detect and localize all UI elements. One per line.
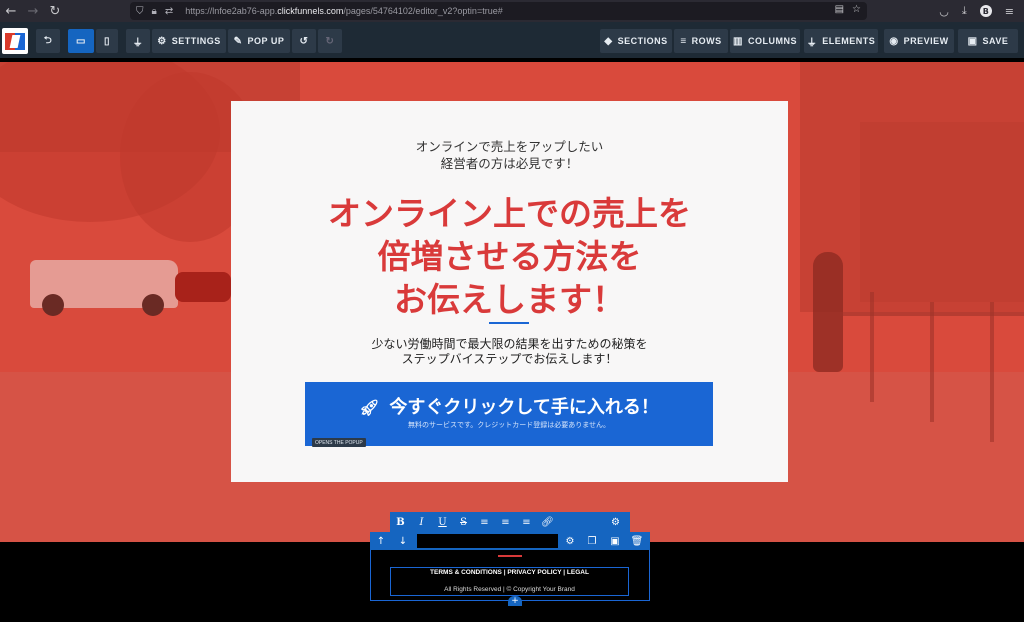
subheadline-line2[interactable]: ステップバイステップでお伝えします！ <box>231 350 788 367</box>
avatar[interactable]: B <box>979 5 992 17</box>
reader-icon[interactable]: ▤ <box>835 4 844 15</box>
person-background <box>813 252 843 372</box>
back-arrow-icon: ⮌ <box>43 34 53 46</box>
save-icon: ▣ <box>967 35 978 47</box>
columns-button[interactable]: ▥ COLUMNS <box>730 29 800 53</box>
opens-popup-tag: OPENS THE POPUP <box>312 438 366 447</box>
elements-button[interactable]: ⏚ ELEMENTS <box>804 29 878 53</box>
eye-icon: ◉ <box>889 35 899 47</box>
preview-label: PREVIEW <box>903 36 949 46</box>
columns-icon: ▥ <box>733 35 743 47</box>
divider <box>489 322 529 324</box>
clone-icon[interactable]: ❐ <box>582 532 602 550</box>
edit-icon: ✎ <box>233 35 243 47</box>
sections-button[interactable]: ◆ SECTIONS <box>600 29 672 53</box>
gears-icon: ⚙ <box>157 35 167 47</box>
headline-line1[interactable]: オンライン上での売上を <box>231 187 788 235</box>
star-icon[interactable]: ☆ <box>852 4 861 15</box>
headline-card[interactable]: オンラインで売上をアップしたい 経営者の方は必見です！ オンライン上での売上を … <box>231 101 788 482</box>
forward-icon[interactable]: → <box>22 0 44 22</box>
headline-line2[interactable]: 倍増させる方法を <box>231 230 788 278</box>
delete-icon[interactable]: 🗑︎ <box>627 532 647 550</box>
footer-copyright[interactable]: All Rights Reserved | © Copyright Your B… <box>390 586 629 593</box>
rows-label: ROWS <box>691 36 722 46</box>
page-canvas[interactable]: オンラインで売上をアップしたい 経営者の方は必見です！ オンライン上での売上を … <box>0 62 1024 542</box>
redo-icon: ↻ <box>325 35 335 47</box>
cta-button[interactable]: 🚀︎ 今すぐクリックして手に入れる！ 無料のサービスです。クレジットカード登録は必… <box>305 382 713 447</box>
text-format-toolbar: B I U S ≡ ≡ ≡ 🔗︎ ⚙ <box>390 512 630 532</box>
align-right-icon[interactable]: ≡ <box>516 512 537 532</box>
mobile-icon: ▯ <box>103 35 110 47</box>
cta-main-label: 今すぐクリックして手に入れる！ <box>389 397 659 418</box>
text-settings-icon[interactable]: ⚙ <box>605 512 626 532</box>
popup-label: POP UP <box>247 36 285 46</box>
mobile-view-button[interactable]: ▯ <box>96 29 118 53</box>
redo-button[interactable]: ↻ <box>318 29 342 53</box>
columns-label: COLUMNS <box>747 36 797 46</box>
reload-icon[interactable]: ↻ <box>44 0 66 22</box>
preview-button[interactable]: ◉ PREVIEW <box>884 29 954 53</box>
integrations-button[interactable]: ⏚ <box>126 29 150 53</box>
desktop-view-button[interactable]: ▭ <box>68 29 94 53</box>
permissions-icon[interactable]: ⇄ <box>165 6 173 17</box>
shield-icon[interactable]: ⛉ <box>136 6 144 17</box>
footer-red-divider <box>498 555 522 557</box>
back-icon[interactable]: ← <box>0 0 22 22</box>
popup-button[interactable]: ✎ POP UP <box>228 29 290 53</box>
move-up-icon[interactable]: ↑ <box>371 532 391 550</box>
menu-icon[interactable]: ≡ <box>1005 5 1014 18</box>
align-center-icon[interactable]: ≡ <box>495 512 516 532</box>
undo-icon: ↺ <box>299 35 309 47</box>
strikethrough-icon[interactable]: S <box>453 512 474 532</box>
italic-icon[interactable]: I <box>411 512 432 532</box>
settings-button[interactable]: ⚙ SETTINGS <box>152 29 226 53</box>
pocket-icon[interactable]: ◡ <box>939 5 949 18</box>
undo-button[interactable]: ↺ <box>292 29 316 53</box>
rows-icon: ≡ <box>680 35 687 47</box>
clickfunnels-logo[interactable] <box>2 28 28 54</box>
download-icon[interactable]: ⤓ <box>962 4 967 18</box>
row-toolbar-gap <box>417 534 558 548</box>
save-label: SAVE <box>982 36 1009 46</box>
underline-icon[interactable]: U <box>432 512 453 532</box>
add-element-icon[interactable]: + <box>508 596 522 606</box>
settings-label: SETTINGS <box>171 36 221 46</box>
row-settings-icon[interactable]: ⚙ <box>560 532 580 550</box>
plug-icon: ⏚ <box>132 37 144 49</box>
headline-line3[interactable]: お伝えします！ <box>231 273 788 321</box>
bold-icon[interactable]: B <box>390 512 411 532</box>
elements-label: ELEMENTS <box>822 36 876 46</box>
back-button[interactable]: ⮌ <box>36 29 60 53</box>
save-row-icon[interactable]: ▣ <box>605 532 625 550</box>
url-bar[interactable]: ⛉ 🔒︎ ⇄ https://lnfoe2ab76-app.clickfunne… <box>130 2 867 20</box>
footer-links[interactable]: TERMS & CONDITIONS | PRIVACY POLICY | LE… <box>390 569 629 576</box>
save-button[interactable]: ▣ SAVE <box>958 29 1018 53</box>
cta-sub-text: 無料のサービスです。クレジットカード登録は必要ありません。 <box>407 421 611 429</box>
pre-headline-line2[interactable]: 経営者の方は必見です！ <box>231 153 788 172</box>
cube-icon: ◆ <box>604 35 613 47</box>
rows-button[interactable]: ≡ ROWS <box>674 29 728 53</box>
align-left-icon[interactable]: ≡ <box>474 512 495 532</box>
cta-main-text: 🚀︎ 今すぐクリックして手に入れる！ <box>305 393 713 419</box>
link-icon[interactable]: 🔗︎ <box>537 512 558 532</box>
rocket-icon: 🚀︎ <box>359 398 380 417</box>
move-down-icon[interactable]: ↓ <box>393 532 413 550</box>
desktop-icon: ▭ <box>76 35 86 47</box>
url-text: https://lnfoe2ab76-app.clickfunnels.com/… <box>185 6 503 16</box>
lock-icon[interactable]: 🔒︎ <box>152 6 157 17</box>
car-background <box>175 272 231 302</box>
sections-label: SECTIONS <box>617 36 668 46</box>
plug-icon: ⏚ <box>806 37 818 49</box>
